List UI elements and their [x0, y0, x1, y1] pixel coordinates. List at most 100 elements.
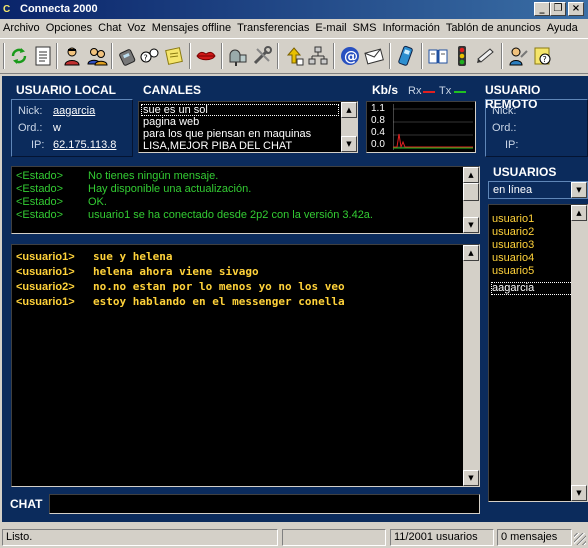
user-item[interactable]: usuario3	[492, 239, 534, 252]
menu-email[interactable]: E-mail	[312, 19, 349, 35]
about-icon[interactable]: ?	[529, 43, 555, 69]
voice-chat-icon[interactable]: ?	[137, 43, 163, 69]
scroll-thumb[interactable]	[463, 183, 479, 201]
resize-grip[interactable]	[574, 533, 586, 545]
pen-icon[interactable]	[473, 43, 499, 69]
user-info-icon[interactable]	[60, 43, 86, 69]
traffic-light-icon[interactable]	[449, 43, 475, 69]
users-list[interactable]: usuario1 usuario2 usuario3 usuario4 usua…	[488, 204, 588, 502]
mailbox-icon[interactable]	[225, 43, 251, 69]
status-line: <Estado> OK.	[16, 196, 107, 208]
ord-label: Ord.:	[18, 122, 43, 134]
users-filter-value: en línea	[493, 184, 533, 196]
menu-transferencias[interactable]: Transferencias	[234, 19, 312, 35]
kbs-heading: Kb/s	[372, 83, 399, 97]
traffic-graph: 1.1 0.8 0.4 0.0	[366, 101, 476, 153]
user-item[interactable]: usuario2	[492, 226, 534, 239]
scroll-down-button[interactable]: ▼	[463, 217, 479, 233]
status-scrollbar[interactable]: ▲ ▼	[463, 167, 479, 233]
title-bar[interactable]: C Connecta 2000 _ ❐ ×	[0, 0, 588, 19]
tick-label: 0.8	[371, 115, 385, 126]
users-count: 11/2001 usuarios	[390, 529, 494, 546]
notes-icon[interactable]	[161, 43, 187, 69]
users-heading: USUARIOS	[493, 165, 557, 179]
menu-archivo[interactable]: Archivo	[0, 19, 43, 35]
status-line: <Estado> Hay disponible una actualización…	[16, 183, 252, 195]
scroll-down-button[interactable]: ▼	[463, 470, 479, 486]
status-line: <Estado> No tienes ningún mensaje.	[16, 170, 219, 182]
channel-item[interactable]: para los que piensan en maquinas	[143, 128, 311, 140]
maximize-button[interactable]: ❐	[550, 2, 566, 16]
minimize-button[interactable]: _	[534, 2, 550, 16]
tick-label: 1.1	[371, 103, 385, 114]
scroll-up-button[interactable]: ▲	[341, 102, 357, 118]
menu-ayuda[interactable]: Ayuda	[544, 19, 581, 35]
help-person-icon[interactable]	[505, 43, 531, 69]
chat-message: <usuario1> estoy hablando en el messenger…	[16, 295, 345, 308]
channel-item[interactable]: sue es un sol	[143, 104, 208, 116]
mail-envelope-icon[interactable]	[361, 43, 387, 69]
channel-item[interactable]: pagina web	[143, 116, 199, 128]
remote-ip-label: IP:	[505, 139, 519, 151]
status-line: <Estado> usuario1 se ha conectado desde 2…	[16, 209, 373, 221]
chat-input-label: CHAT	[10, 497, 43, 511]
lips-icon[interactable]	[193, 43, 219, 69]
tx-label: Tx	[439, 85, 452, 97]
menu-tablon[interactable]: Tablón de anuncios	[443, 19, 544, 35]
channels-heading: CANALES	[143, 83, 202, 97]
ip-label: IP:	[31, 139, 45, 151]
email-at-icon[interactable]: @	[337, 43, 363, 69]
close-button[interactable]: ×	[568, 2, 584, 16]
scroll-up-button[interactable]: ▲	[463, 245, 479, 261]
mobile-sms-icon[interactable]	[393, 43, 419, 69]
status-log[interactable]: <Estado> No tienes ningún mensaje. <Estad…	[11, 166, 480, 234]
document-icon[interactable]	[30, 43, 56, 69]
users-scrollbar[interactable]: ▲ ▼	[571, 205, 587, 501]
channels-list[interactable]: sue es un sol pagina web para los que pi…	[138, 101, 358, 153]
scroll-up-button[interactable]: ▲	[571, 205, 587, 221]
scroll-down-button[interactable]: ▼	[571, 485, 587, 501]
remote-nick-label: Nick:	[492, 105, 517, 117]
users-icon[interactable]	[84, 43, 110, 69]
chevron-down-icon[interactable]: ▼	[571, 182, 587, 198]
rx-series	[393, 133, 473, 149]
menu-chat[interactable]: Chat	[95, 19, 124, 35]
chat-log[interactable]: <usuario1> sue y helena <usuario1> helena …	[11, 244, 480, 487]
channel-item[interactable]: LISA,MEJOR PIBA DEL CHAT	[143, 140, 292, 152]
rx-label: Rx	[408, 85, 422, 97]
chat-message: <usuario2> no.no estan por lo menos yo no…	[16, 280, 345, 293]
remote-ord-label: Ord.:	[492, 122, 517, 134]
scroll-up-button[interactable]: ▲	[463, 167, 479, 183]
main-panel: USUARIO LOCAL Nick: aagarcia Ord.: w IP:…	[2, 76, 588, 522]
chat-input[interactable]	[49, 494, 480, 514]
status-text: Listo.	[2, 529, 278, 546]
user-item[interactable]: usuario4	[492, 252, 534, 265]
app-icon[interactable]: C	[3, 3, 16, 16]
traffic-plot	[393, 104, 473, 150]
users-filter-select[interactable]: en línea ▼	[488, 181, 588, 199]
bulletin-book-icon[interactable]	[425, 43, 451, 69]
status-bar: Listo. 11/2001 usuarios 0 mensajes	[0, 527, 588, 548]
menu-voz[interactable]: Voz	[124, 19, 148, 35]
user-item[interactable]: usuario1	[492, 213, 534, 226]
local-ip[interactable]: 62.175.113.8	[53, 139, 116, 151]
window-title: Connecta 2000	[20, 3, 98, 15]
chat-scrollbar[interactable]: ▲ ▼	[463, 245, 479, 486]
status-panel-empty	[282, 529, 386, 546]
scroll-down-button[interactable]: ▼	[341, 136, 357, 152]
network-icon[interactable]	[305, 43, 331, 69]
user-item[interactable]: usuario5	[492, 265, 534, 278]
chat-message: <usuario1> helena ahora viene sivago	[16, 265, 259, 278]
upload-icon[interactable]	[281, 43, 307, 69]
reconnect-icon[interactable]	[6, 43, 32, 69]
menu-informacion[interactable]: Información	[379, 19, 442, 35]
menu-mensajes-offline[interactable]: Mensajes offline	[149, 19, 234, 35]
local-nick[interactable]: aagarcia	[53, 105, 95, 117]
tools-icon[interactable]	[249, 43, 275, 69]
local-user-panel: Nick: aagarcia Ord.: w IP: 62.175.113.8	[11, 99, 133, 157]
self-user-item[interactable]: aagarcia	[492, 282, 534, 295]
menu-opciones[interactable]: Opciones	[43, 19, 95, 35]
svg-text:?: ?	[144, 54, 148, 63]
channels-scrollbar[interactable]: ▲ ▼	[341, 102, 357, 152]
menu-sms[interactable]: SMS	[350, 19, 380, 35]
